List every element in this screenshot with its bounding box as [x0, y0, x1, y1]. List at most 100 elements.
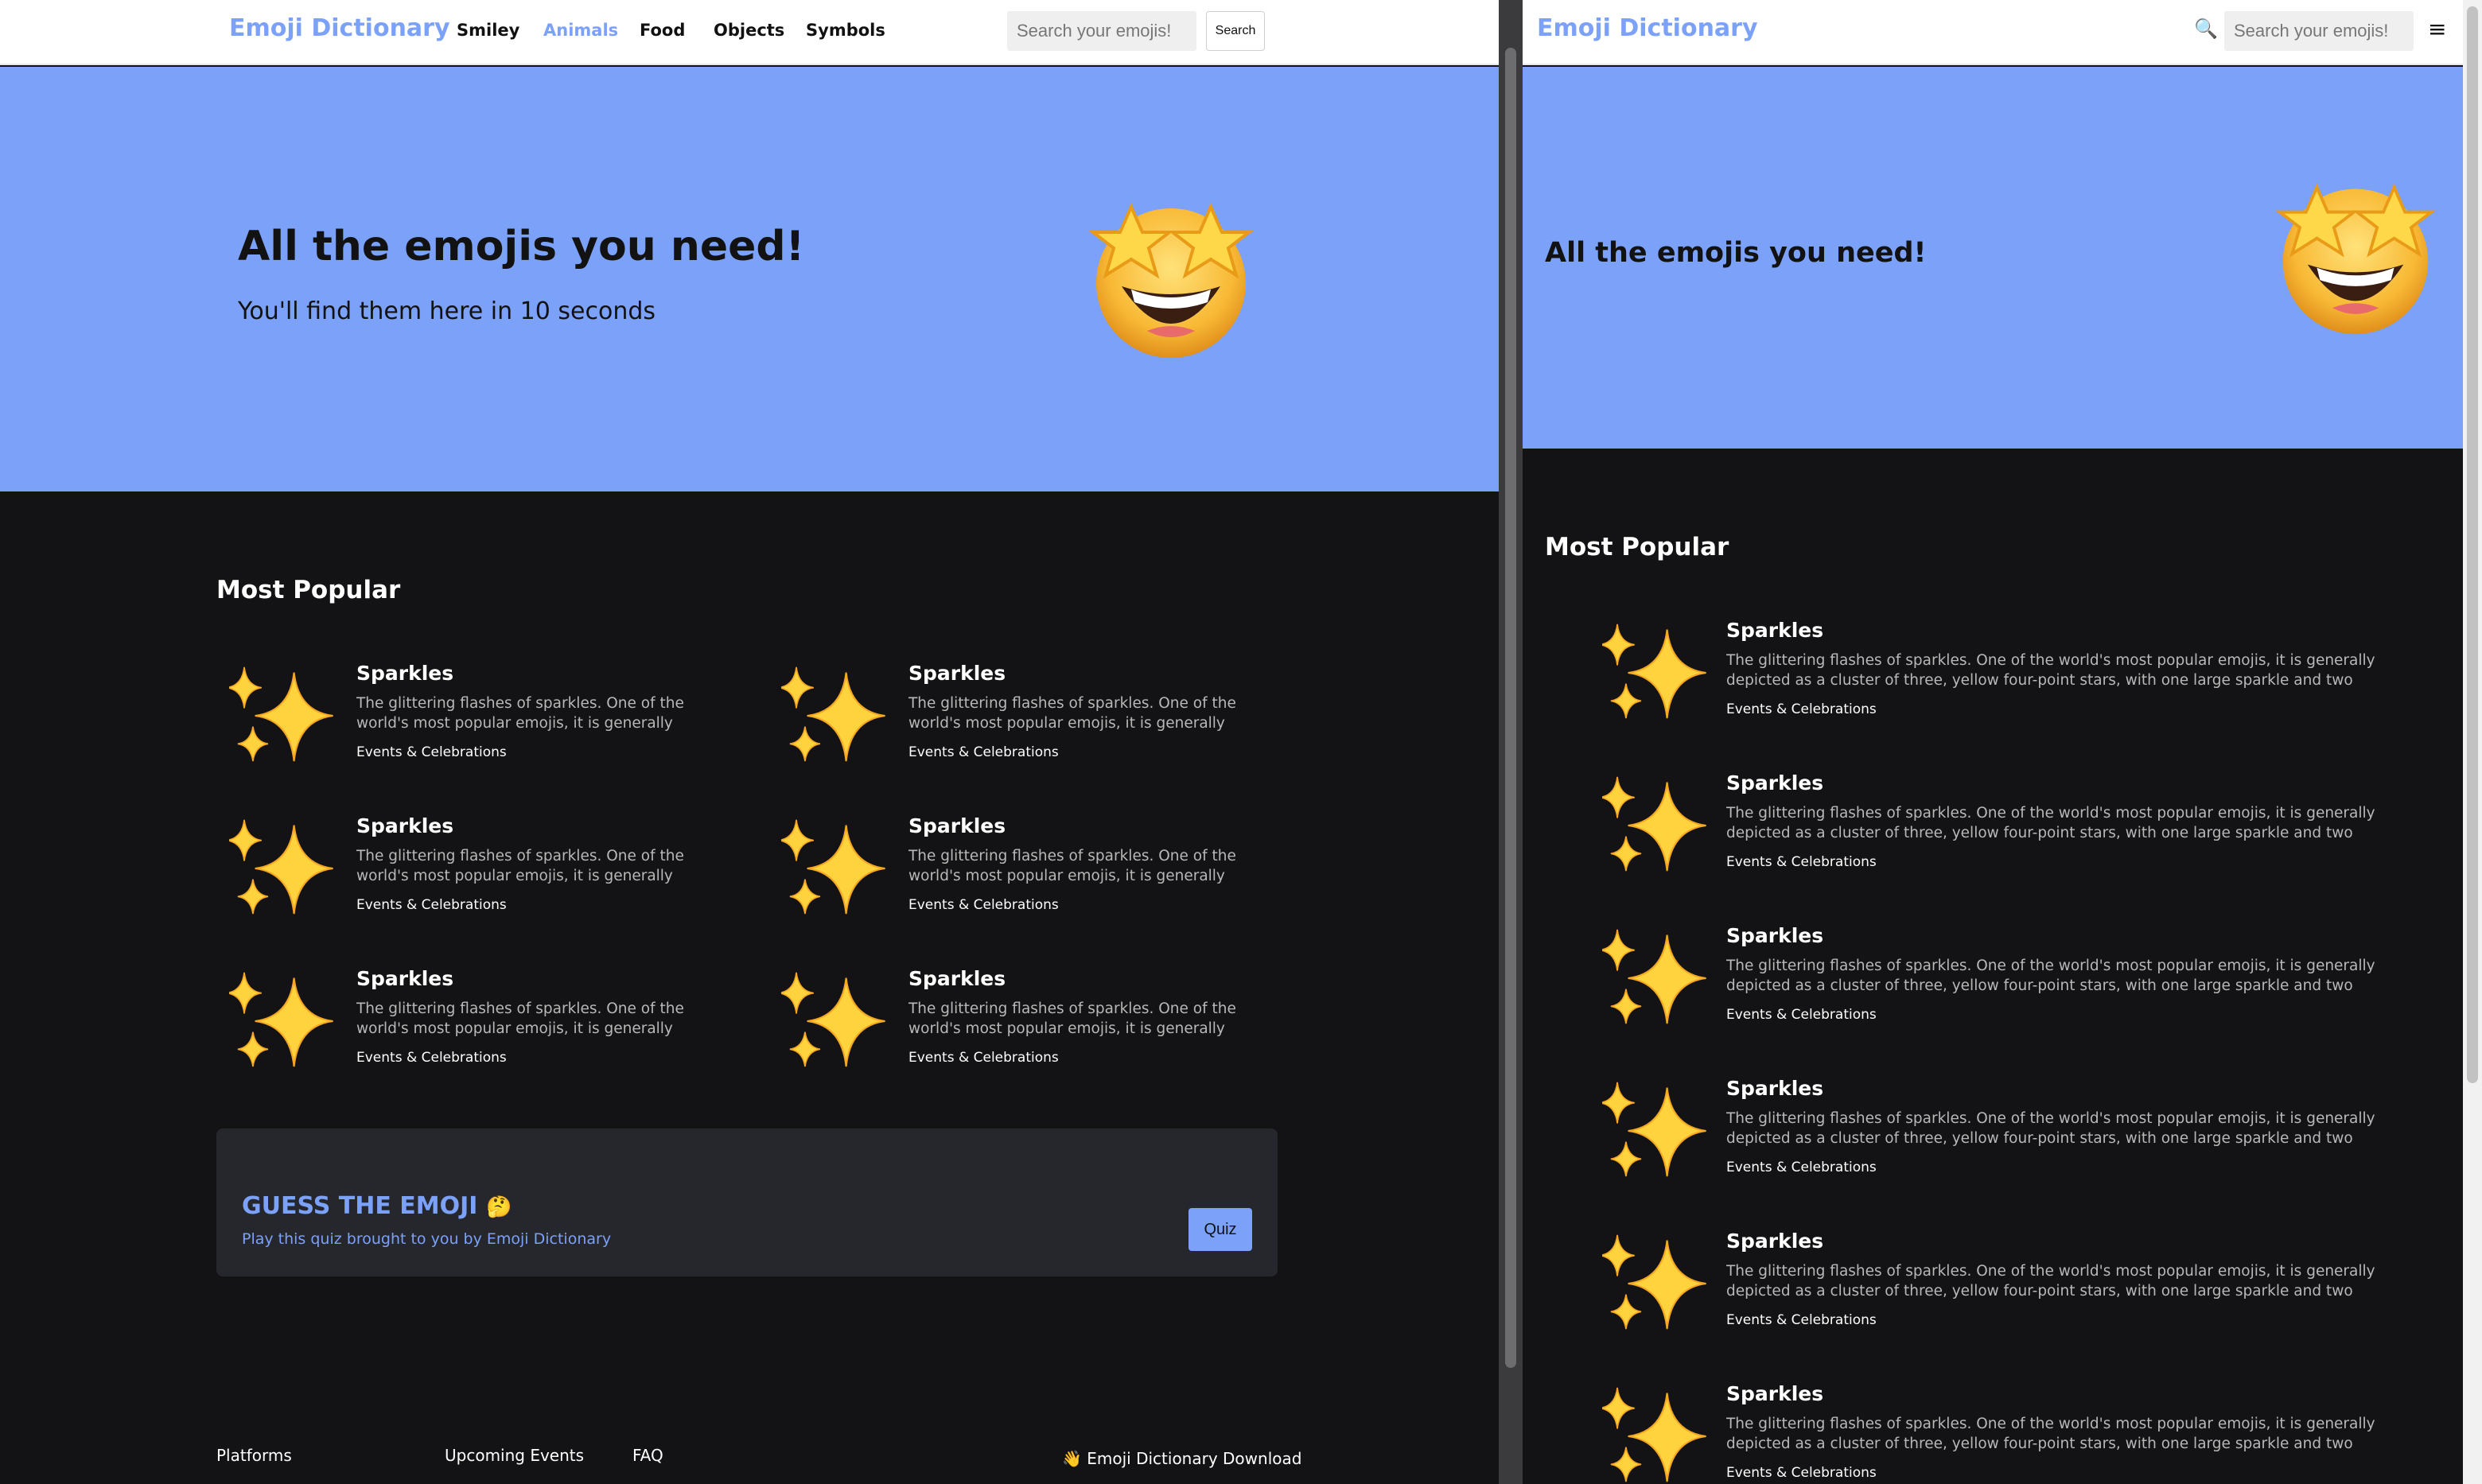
waving-hand-icon: 👋	[1062, 1449, 1082, 1468]
nav-food[interactable]: Food	[640, 21, 685, 40]
emoji-card[interactable]: Sparkles The glittering flashes of spark…	[1602, 924, 2429, 1035]
emoji-card[interactable]: Sparkles The glittering flashes of spark…	[781, 814, 1274, 926]
hamburger-menu-icon[interactable]: ≡	[2428, 16, 2446, 42]
card-category[interactable]: Events & Celebrations	[908, 744, 1059, 760]
left-scrollbar-thumb[interactable]	[1505, 48, 1516, 1368]
footer-platforms[interactable]: Platforms	[216, 1446, 292, 1465]
most-popular-title: Most Popular	[216, 576, 401, 604]
star-struck-icon	[2275, 183, 2436, 335]
card-description: The glittering flashes of sparkles. One …	[356, 1000, 684, 1037]
card-title: Sparkles	[1726, 771, 1824, 794]
card-title: Sparkles	[1726, 619, 1824, 642]
card-description: The glittering flashes of sparkles. One …	[1726, 1416, 2375, 1452]
footer-download[interactable]: 👋 Emoji Dictionary Download	[1062, 1449, 1301, 1468]
quiz-title: GUESS THE EMOJI 🤔	[242, 1192, 512, 1220]
nav-symbols[interactable]: Symbols	[806, 21, 885, 40]
mobile-hero-banner: All the emojis you need!	[1523, 67, 2463, 449]
footer-download-label: Emoji Dictionary Download	[1087, 1449, 1302, 1468]
card-title: Sparkles	[1726, 1382, 1824, 1405]
desktop-view: Emoji Dictionary Smiley Animals Food Obj…	[0, 0, 1499, 1484]
quiz-subtitle: Play this quiz brought to you by Emoji D…	[242, 1230, 612, 1248]
card-category[interactable]: Events & Celebrations	[1726, 1160, 1877, 1175]
emoji-card[interactable]: Sparkles The glittering flashes of spark…	[229, 662, 722, 773]
hero-banner: All the emojis you need! You'll find the…	[0, 67, 1499, 491]
thinking-face-icon: 🤔	[485, 1195, 512, 1219]
sparkles-icon	[1602, 929, 1706, 1024]
card-title: Sparkles	[356, 814, 454, 837]
quiz-button[interactable]: Quiz	[1188, 1208, 1252, 1251]
card-title: Sparkles	[1726, 924, 1824, 947]
sparkles-icon	[229, 819, 333, 915]
card-description: The glittering flashes of sparkles. One …	[1726, 1263, 2375, 1299]
card-description: The glittering flashes of sparkles. One …	[908, 848, 1236, 884]
card-description: The glittering flashes of sparkles. One …	[908, 1000, 1236, 1037]
mobile-search-input[interactable]	[2224, 11, 2414, 51]
right-scrollbar[interactable]	[2463, 0, 2482, 1484]
quiz-banner: GUESS THE EMOJI 🤔 Play this quiz brought…	[216, 1129, 1278, 1276]
search-button[interactable]: Search	[1206, 11, 1265, 51]
sparkles-icon	[1602, 624, 1706, 719]
emoji-card[interactable]: Sparkles The glittering flashes of spark…	[229, 814, 722, 926]
emoji-card[interactable]: Sparkles The glittering flashes of spark…	[1602, 1077, 2429, 1188]
card-category[interactable]: Events & Celebrations	[908, 1050, 1059, 1066]
search-input[interactable]	[1007, 11, 1196, 51]
emoji-card[interactable]: Sparkles The glittering flashes of spark…	[781, 662, 1274, 773]
card-description: The glittering flashes of sparkles. One …	[1726, 652, 2375, 689]
card-title: Sparkles	[1726, 1077, 1824, 1100]
sparkles-icon	[1602, 1234, 1706, 1330]
sparkles-icon	[229, 666, 333, 762]
card-category[interactable]: Events & Celebrations	[1726, 1312, 1877, 1328]
emoji-card[interactable]: Sparkles The glittering flashes of spark…	[781, 967, 1274, 1078]
hero-title: All the emojis you need!	[238, 223, 805, 270]
navbar: Emoji Dictionary Smiley Animals Food Obj…	[0, 0, 1499, 65]
mobile-most-popular-title: Most Popular	[1545, 533, 1729, 561]
card-title: Sparkles	[908, 967, 1006, 990]
sparkles-icon	[1602, 1082, 1706, 1177]
card-category[interactable]: Events & Celebrations	[1726, 701, 1877, 717]
sparkles-icon	[1602, 776, 1706, 872]
card-category[interactable]: Events & Celebrations	[356, 897, 507, 913]
card-category[interactable]: Events & Celebrations	[356, 1050, 507, 1066]
search-icon[interactable]: 🔍	[2194, 17, 2218, 40]
card-description: The glittering flashes of sparkles. One …	[1726, 1110, 2375, 1147]
card-category[interactable]: Events & Celebrations	[1726, 854, 1877, 870]
sparkles-icon	[781, 819, 885, 915]
card-category[interactable]: Events & Celebrations	[356, 744, 507, 760]
pane-divider[interactable]	[1499, 0, 1523, 1484]
footer-faq[interactable]: FAQ	[632, 1446, 663, 1465]
nav-smiley[interactable]: Smiley	[457, 21, 519, 40]
mobile-view: Emoji Dictionary 🔍 ≡ All the emojis you …	[1523, 0, 2463, 1484]
quiz-title-text: GUESS THE EMOJI	[242, 1192, 478, 1220]
emoji-card[interactable]: Sparkles The glittering flashes of spark…	[1602, 1382, 2429, 1484]
card-description: The glittering flashes of sparkles. One …	[1726, 958, 2375, 994]
card-title: Sparkles	[908, 662, 1006, 685]
card-title: Sparkles	[356, 967, 454, 990]
emoji-card[interactable]: Sparkles The glittering flashes of spark…	[1602, 619, 2429, 730]
card-title: Sparkles	[1726, 1230, 1824, 1253]
emoji-card[interactable]: Sparkles The glittering flashes of spark…	[1602, 1230, 2429, 1341]
emoji-card[interactable]: Sparkles The glittering flashes of spark…	[1602, 771, 2429, 883]
footer-upcoming-events[interactable]: Upcoming Events	[445, 1446, 584, 1465]
card-description: The glittering flashes of sparkles. One …	[356, 695, 684, 732]
hero-subtitle: You'll find them here in 10 seconds	[238, 297, 656, 325]
emoji-card[interactable]: Sparkles The glittering flashes of spark…	[229, 967, 722, 1078]
sparkles-icon	[781, 666, 885, 762]
card-description: The glittering flashes of sparkles. One …	[908, 695, 1236, 732]
mobile-brand-logo[interactable]: Emoji Dictionary	[1537, 14, 1758, 42]
card-description: The glittering flashes of sparkles. One …	[1726, 805, 2375, 841]
card-description: The glittering flashes of sparkles. One …	[356, 848, 684, 884]
sparkles-icon	[781, 972, 885, 1067]
mobile-navbar: Emoji Dictionary 🔍 ≡	[1523, 0, 2463, 65]
card-category[interactable]: Events & Celebrations	[1726, 1007, 1877, 1023]
right-scrollbar-thumb[interactable]	[2467, 6, 2478, 1083]
star-struck-icon	[1088, 203, 1254, 358]
nav-animals[interactable]: Animals	[543, 21, 618, 40]
brand-logo[interactable]: Emoji Dictionary	[229, 14, 450, 42]
card-title: Sparkles	[356, 662, 454, 685]
card-category[interactable]: Events & Celebrations	[908, 897, 1059, 913]
sparkles-icon	[1602, 1387, 1706, 1482]
sparkles-icon	[229, 972, 333, 1067]
nav-objects[interactable]: Objects	[714, 21, 784, 40]
card-category[interactable]: Events & Celebrations	[1726, 1465, 1877, 1481]
mobile-hero-title: All the emojis you need!	[1545, 237, 1927, 269]
